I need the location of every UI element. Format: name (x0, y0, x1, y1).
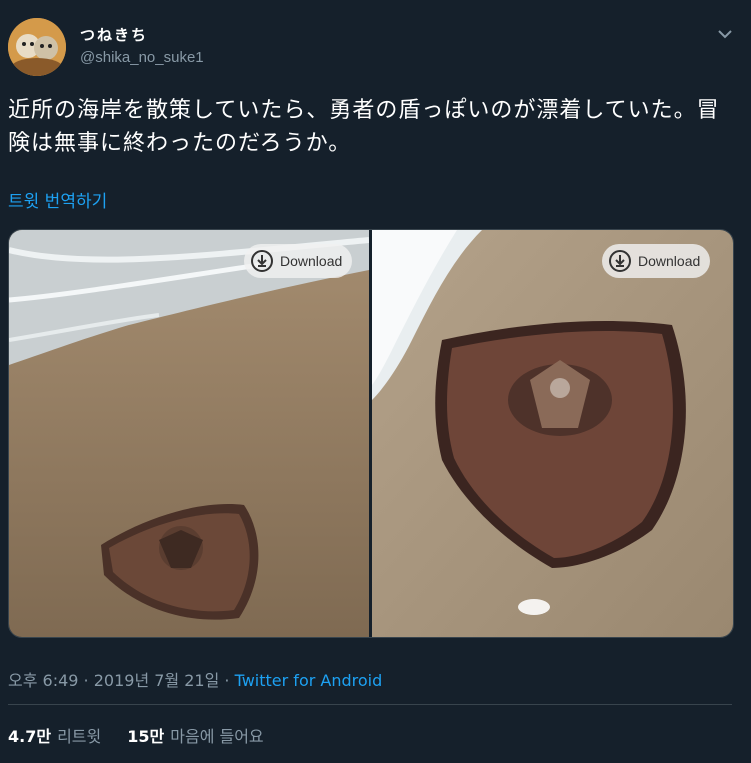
tweet-time[interactable]: 오후 6:49 (8, 671, 78, 690)
like-label[interactable]: 마음에 들어요 (170, 723, 263, 747)
download-label: Download (280, 253, 343, 269)
meta-separator: · (219, 671, 235, 690)
download-icon (609, 250, 631, 272)
chevron-down-icon[interactable] (715, 24, 735, 44)
divider (8, 704, 732, 705)
avatar[interactable] (8, 18, 66, 76)
tweet-stats: 4.7만 리트윗 15만 마음에 들어요 (8, 723, 284, 747)
display-name[interactable]: つねきち (80, 24, 148, 45)
tweet-text: 近所の海岸を散策していたら、勇者の盾っぽいのが漂着していた。冒険は無事に終わった… (8, 98, 720, 156)
tweet-meta: 오후 6:49 · 2019년 7월 21일 · Twitter for And… (8, 667, 382, 691)
tweet-source-link[interactable]: Twitter for Android (235, 671, 383, 690)
beach-shield-photo-2 (372, 230, 733, 637)
beach-shield-photo-1 (9, 230, 369, 637)
translate-tweet-link[interactable]: 트윗 번역하기 (8, 187, 107, 212)
retweet-label[interactable]: 리트윗 (57, 723, 101, 747)
photo-2[interactable]: Download (372, 230, 733, 637)
download-button-2[interactable]: Download (602, 244, 711, 278)
avatar-image (8, 18, 66, 76)
download-icon (251, 250, 273, 272)
photo-1[interactable]: Download (9, 230, 369, 637)
tweet-date[interactable]: 2019년 7월 21일 (94, 671, 220, 690)
retweet-count[interactable]: 4.7만 (8, 723, 51, 747)
tweet-media: Download Download (8, 229, 734, 638)
download-label: Download (638, 253, 701, 269)
meta-separator: · (78, 671, 94, 690)
user-handle[interactable]: @shika_no_suke1 (80, 49, 204, 66)
download-button-1[interactable]: Download (244, 244, 353, 278)
like-count[interactable]: 15만 (127, 723, 164, 747)
